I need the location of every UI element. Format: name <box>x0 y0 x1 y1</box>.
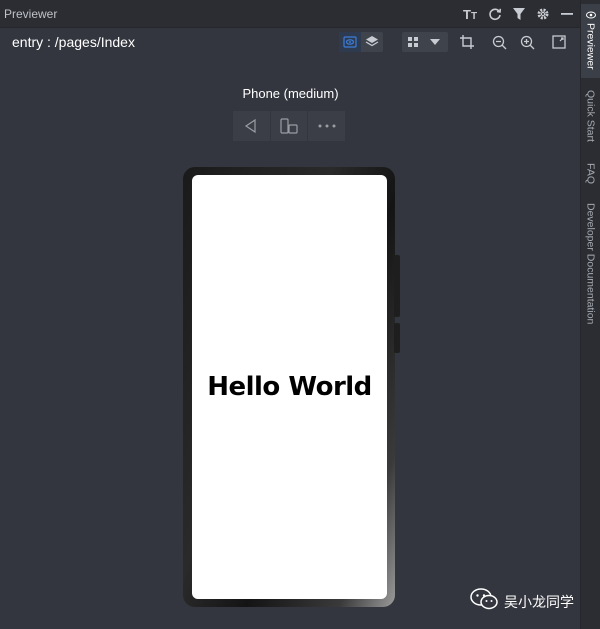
phone-frame: Hello World <box>183 167 400 607</box>
fit-screen-icon[interactable] <box>550 33 568 51</box>
layout-dropdown[interactable] <box>402 32 448 52</box>
title-tools: TT <box>463 0 575 27</box>
tab-faq-label: FAQ <box>584 163 597 185</box>
right-sidebar: Previewer Quick Start FAQ Developer Docu… <box>580 0 600 629</box>
inspector-toggle-group <box>339 32 383 52</box>
hello-world-text: Hello World <box>207 372 372 402</box>
tab-developer-documentation[interactable]: Developer Documentation <box>581 203 600 333</box>
wechat-icon <box>470 588 498 615</box>
device-controls <box>233 111 345 141</box>
device-name: Phone (medium) <box>242 86 339 101</box>
svg-text:T: T <box>471 11 477 21</box>
tab-faq[interactable]: FAQ <box>581 163 600 187</box>
title-bar: Previewer TT <box>0 0 581 27</box>
toolbar: entry : /pages/Index <box>0 27 581 58</box>
tab-previewer[interactable]: Previewer <box>581 4 600 78</box>
font-size-icon[interactable]: TT <box>463 6 479 22</box>
previewer-tab-icon <box>585 10 597 20</box>
phone-screen[interactable]: Hello World <box>192 175 387 599</box>
crop-icon[interactable] <box>458 33 476 51</box>
tab-quick-start-label: Quick Start <box>584 90 597 142</box>
panel-title: Previewer <box>4 6 58 21</box>
grid-view-icon <box>402 32 424 52</box>
tab-quick-start[interactable]: Quick Start <box>581 90 600 150</box>
tab-previewer-label: Previewer <box>584 23 597 70</box>
phone-volume-key <box>394 255 400 317</box>
refresh-icon[interactable] <box>487 6 503 22</box>
rotate-icon[interactable] <box>271 111 309 141</box>
back-icon[interactable] <box>233 111 271 141</box>
zoom-out-icon[interactable] <box>490 33 508 51</box>
svg-text:T: T <box>463 7 471 21</box>
tab-developer-documentation-label: Developer Documentation <box>584 203 597 325</box>
watermark: 吴小龙同学 <box>470 588 574 615</box>
watermark-text: 吴小龙同学 <box>504 594 574 611</box>
filter-icon[interactable] <box>511 6 527 22</box>
minimize-icon[interactable] <box>559 6 575 22</box>
phone-power-key <box>394 323 400 353</box>
more-icon[interactable] <box>308 111 345 141</box>
dropdown-arrow-icon <box>424 32 446 52</box>
layers-icon[interactable] <box>361 32 383 52</box>
inspector-eye-icon[interactable] <box>339 32 361 52</box>
page-path: entry : /pages/Index <box>12 34 135 50</box>
gear-icon[interactable] <box>535 6 551 22</box>
zoom-in-icon[interactable] <box>518 33 536 51</box>
